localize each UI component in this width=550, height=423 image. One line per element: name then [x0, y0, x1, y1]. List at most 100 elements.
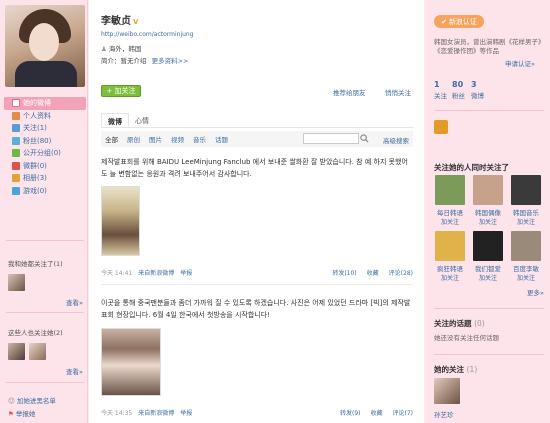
nav-item-weibo[interactable]: 她的微博 — [4, 97, 86, 110]
quiet-follow-link[interactable]: 悄悄关注 — [385, 87, 411, 97]
report-link[interactable]: ⚑ 举报她 — [8, 408, 84, 418]
filter-image[interactable]: 图片 — [149, 134, 162, 144]
topics-title: 关注的话题 (0) — [434, 319, 485, 328]
report-icon: ⚑ — [8, 410, 14, 418]
nav-item-label: 微群(0) — [23, 161, 47, 170]
follow-action[interactable]: 加关注 — [434, 273, 466, 282]
recommended-user[interactable]: 每日韩语 加关注 — [434, 175, 466, 226]
stat-follow[interactable]: 1 关注 — [434, 80, 447, 100]
post-source[interactable]: 来自新浪微博 — [138, 268, 174, 277]
divider — [434, 308, 544, 309]
stat-weibo[interactable]: 3 微博 — [471, 80, 484, 100]
recommend-link[interactable]: 推荐给朋友 — [333, 87, 366, 97]
filter-topic[interactable]: 话题 — [215, 134, 228, 144]
post-image[interactable] — [101, 328, 161, 396]
follow-action[interactable]: 加关注 — [434, 217, 466, 226]
post-text: 이곳을 통해 중국팬분들과 좀더 가까워 질 수 있도록 하겠습니다. 사진은 … — [101, 299, 411, 319]
favorite-link[interactable]: 收藏 — [367, 268, 379, 277]
medal-icon[interactable] — [434, 120, 448, 134]
advanced-search-link[interactable]: 高级搜索 — [383, 135, 409, 145]
common-follow-title: 关注她的人同时关注了 — [434, 163, 509, 172]
tab-weibo[interactable]: 微博 — [101, 113, 129, 127]
nav-item-game[interactable]: 游戏(0) — [4, 185, 86, 198]
post-image[interactable] — [101, 186, 140, 256]
post-meta: 今天 14:35 来自新浪微博 举报 转发(9) 收藏 评论(7) — [101, 408, 413, 417]
nav-item-label: 她的微博 — [23, 99, 51, 108]
nav-item-fans[interactable]: 粉丝(80) — [4, 135, 86, 148]
post-time[interactable]: 今天 14:35 — [101, 408, 132, 417]
feed-post: 제작발표회를 위해 BAIDU LeeMinjung Fanclub 에서 보내… — [101, 156, 413, 180]
filter-original[interactable]: 原创 — [127, 134, 140, 144]
profile-avatar[interactable] — [5, 5, 85, 87]
favorite-link[interactable]: 收藏 — [370, 408, 382, 417]
also-follow-avatar[interactable] — [8, 343, 25, 360]
divider — [6, 382, 84, 383]
follow-button[interactable]: + 加关注 — [101, 85, 141, 97]
also-follow-title: 这些人也关注她(2) — [8, 329, 63, 337]
filter-music[interactable]: 音乐 — [193, 134, 206, 144]
nav-item-label: 关注(1) — [23, 124, 47, 133]
repost-link[interactable]: 转发(9) — [340, 408, 361, 417]
common-follow-section: 我和她都关注了(1) — [8, 258, 84, 293]
profile-url[interactable]: http://weibo.com/actorminjung — [101, 31, 194, 38]
common-follow-title: 我和她都关注了(1) — [8, 260, 63, 268]
divider — [6, 312, 84, 313]
user-avatar — [435, 175, 465, 205]
apply-verification-link[interactable]: 申请认证» — [505, 58, 535, 68]
user-avatar — [473, 231, 503, 261]
divider — [6, 240, 84, 241]
filter-all[interactable]: 全部 — [105, 134, 118, 144]
nav-item-weiqun[interactable]: 微群(0) — [4, 160, 86, 173]
follow-action[interactable]: 加关注 — [510, 217, 542, 226]
home-icon — [12, 99, 20, 108]
stat-fans[interactable]: 80 粉丝 — [452, 80, 465, 100]
left-nav: 她的微博 个人资料 关注(1) 粉丝(80) 公开分组(0) 微群(0) 相册(… — [4, 97, 86, 197]
nav-item-follow[interactable]: 关注(1) — [4, 122, 86, 135]
common-follow-more-link[interactable]: 查看» — [66, 297, 83, 307]
also-follow-more-link[interactable]: 查看» — [66, 366, 83, 376]
follow-action[interactable]: 加关注 — [472, 217, 504, 226]
post-source[interactable]: 来自新浪微博 — [138, 408, 174, 417]
group-icon — [12, 149, 20, 158]
nav-item-profile[interactable]: 个人资料 — [4, 110, 86, 123]
recommended-user[interactable]: 疯狂韩语 加关注 — [434, 231, 466, 282]
feed-tabs: 微博 心情 — [101, 113, 413, 128]
common-follow-avatar[interactable] — [8, 274, 25, 291]
follow-action[interactable]: 加关注 — [510, 273, 542, 282]
follow-action[interactable]: 加关注 — [472, 273, 504, 282]
post-report-link[interactable]: 举报 — [180, 408, 192, 417]
post-meta: 今天 14:41 来自新浪微博 举报 转发(10) 收藏 评论(28) — [101, 268, 413, 277]
followed-user-avatar[interactable] — [434, 378, 460, 404]
more-recommended-link[interactable]: 更多» — [527, 287, 544, 297]
blacklist-link[interactable]: ☺ 加她进黑名单 — [8, 395, 84, 405]
profile-icon — [12, 111, 20, 120]
verified-badge[interactable]: ✔ 新浪认证 — [434, 15, 484, 28]
post-time[interactable]: 今天 14:41 — [101, 268, 132, 277]
search-icon[interactable] — [360, 134, 369, 143]
recommended-user[interactable]: 韩国偶像 加关注 — [472, 175, 504, 226]
nav-item-label: 公开分组(0) — [23, 149, 61, 158]
tab-mood[interactable]: 心情 — [129, 113, 155, 127]
post-report-link[interactable]: 举报 — [180, 268, 192, 277]
fans-icon — [12, 136, 20, 145]
comment-link[interactable]: 评论(7) — [393, 408, 414, 417]
more-info-link[interactable]: 更多资料>> — [152, 57, 189, 65]
location-icon: ♟ — [101, 45, 107, 53]
feed-search-input[interactable] — [303, 133, 359, 144]
recommended-user[interactable]: 百度李敏 加关注 — [510, 231, 542, 282]
feed-post: 이곳을 통해 중국팬분들과 좀더 가까워 질 수 있도록 하겠습니다. 사진은 … — [101, 297, 413, 321]
followed-user-name[interactable]: 孙艺珍 — [434, 409, 454, 419]
comment-link[interactable]: 评论(28) — [389, 268, 413, 277]
filter-video[interactable]: 视频 — [171, 134, 184, 144]
nav-item-label: 游戏(0) — [23, 186, 47, 195]
user-avatar — [511, 231, 541, 261]
recommended-user[interactable]: 韩国音乐 加关注 — [510, 175, 542, 226]
recommended-user[interactable]: 我们都爱 加关注 — [472, 231, 504, 282]
nav-item-groups[interactable]: 公开分组(0) — [4, 147, 86, 160]
nav-item-album[interactable]: 相册(3) — [4, 172, 86, 185]
also-follow-avatar[interactable] — [29, 343, 46, 360]
game-icon — [12, 186, 20, 195]
repost-link[interactable]: 转发(10) — [332, 268, 356, 277]
post-divider — [101, 284, 413, 285]
topics-empty-text: 她还没有关注任何话题 — [434, 334, 499, 342]
